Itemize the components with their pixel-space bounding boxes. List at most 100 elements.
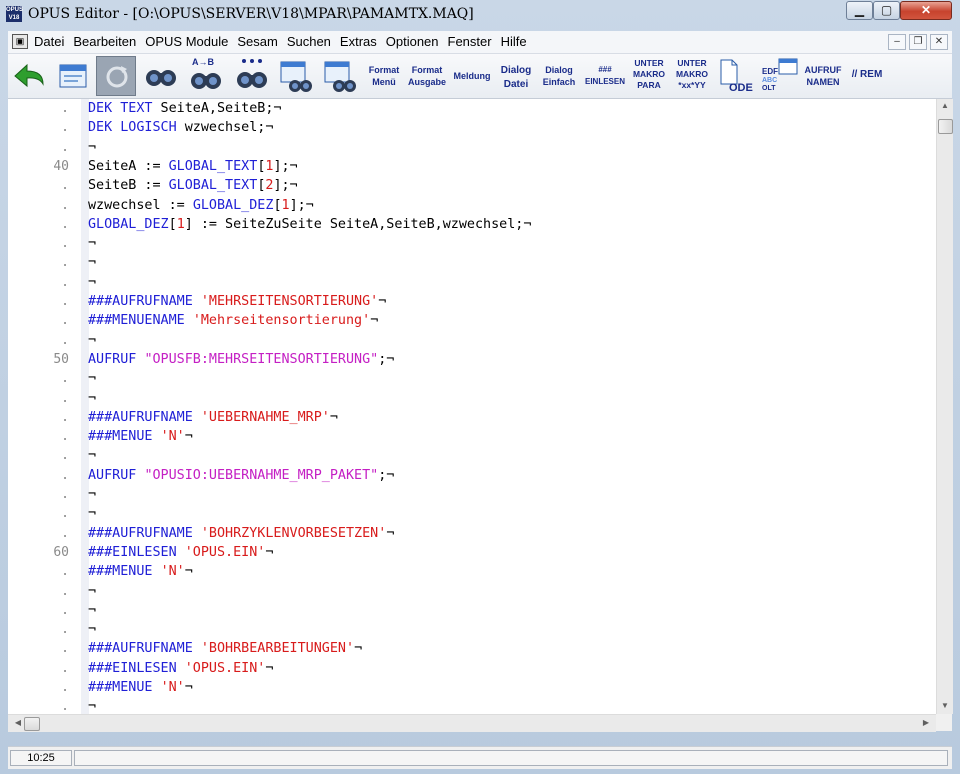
child-minimize-button[interactable]: – [888, 34, 906, 50]
menu-opus-module[interactable]: OPUS Module [145, 34, 228, 49]
code-line[interactable]: ¬ [88, 138, 96, 157]
code-line[interactable]: ###MENUE 'N'¬ [88, 678, 193, 697]
code-line[interactable]: ¬ [88, 369, 96, 388]
code-line[interactable]: ###AUFRUFNAME 'BOHRBEARBEITUNGEN'¬ [88, 639, 362, 658]
window-binoculars-icon [324, 61, 356, 92]
format-ausgabe-button[interactable]: Format Ausgabe [406, 56, 448, 96]
code-line[interactable]: AUFRUF "OPUSFB:MEHRSEITENSORTIERUNG";¬ [88, 350, 394, 369]
menu-extras[interactable]: Extras [340, 34, 377, 49]
code-line[interactable]: ¬ [88, 253, 96, 272]
code-line[interactable]: ¬ [88, 504, 96, 523]
code-line[interactable]: ¬ [88, 620, 96, 639]
line-number: . [61, 641, 69, 657]
search-binoculars-button[interactable] [142, 56, 180, 96]
code-line[interactable]: ¬ [88, 582, 96, 601]
text-token: ¬ [88, 390, 97, 406]
title-bar[interactable]: OPUS V18 OPUS Editor - [O:\OPUS\SERVER\V… [0, 0, 960, 30]
code-line[interactable]: ¬ [88, 234, 96, 253]
menu-bearbeiten[interactable]: Bearbeiten [73, 34, 136, 49]
aufruf-namen-label-2: NAMEN [806, 77, 840, 87]
dialog-datei-button[interactable]: Dialog Datei [496, 56, 536, 96]
code-line[interactable]: DEK TEXT SeiteA,SeiteB;¬ [88, 99, 282, 118]
scroll-up-icon[interactable]: ▲ [937, 101, 953, 110]
line-number: 50 [53, 351, 69, 367]
unter-makro-para-button[interactable]: UNTER MAKRO PARA [630, 56, 668, 96]
menu-suchen[interactable]: Suchen [287, 34, 331, 49]
line-number: . [61, 120, 69, 136]
edf-button[interactable]: EDF ABC OLT [760, 56, 802, 96]
text-token: ¬ [184, 564, 193, 580]
code-line[interactable]: ¬ [88, 601, 96, 620]
minimize-button[interactable]: ▁ [846, 1, 873, 20]
code-line[interactable]: AUFRUF "OPUSIO:UEBERNAHME_MRP_PAKET";¬ [88, 466, 394, 485]
code-line[interactable]: ###AUFRUFNAME 'MEHRSEITENSORTIERUNG'¬ [88, 292, 386, 311]
code-line[interactable]: wzwechsel := GLOBAL_DEZ[1];¬ [88, 196, 314, 215]
menu-datei[interactable]: Datei [34, 34, 64, 49]
document-system-menu-icon[interactable]: ▣ [12, 34, 28, 49]
code-line[interactable]: SeiteA := GLOBAL_TEXT[1];¬ [88, 157, 298, 176]
code-editor[interactable]: ...40.........50.........60......... DEK… [8, 99, 953, 734]
horizontal-scroll-thumb[interactable] [24, 717, 40, 731]
window-search-next-button[interactable] [320, 56, 360, 96]
dialog-einfach-button[interactable]: Dialog Einfach [539, 56, 579, 96]
code-line[interactable]: ###AUFRUFNAME 'BOHRZYKLENVORBESETZEN'¬ [88, 524, 394, 543]
refresh-button[interactable] [96, 56, 136, 96]
menu-fenster[interactable]: Fenster [448, 34, 492, 49]
text-token: wzwechsel;¬ [176, 120, 274, 136]
menu-optionen[interactable]: Optionen [386, 34, 439, 49]
close-button[interactable]: ✕ [900, 1, 952, 20]
string-token: 'N' [160, 680, 185, 695]
code-text-area[interactable]: DEK TEXT SeiteA,SeiteB;¬ DEK LOGISCH wzwe… [88, 99, 936, 731]
window-button[interactable] [54, 56, 92, 96]
unter-makro-xx-button[interactable]: UNTER MAKRO *xx*YY [672, 56, 712, 96]
menu-hilfe[interactable]: Hilfe [501, 34, 527, 49]
text-token: ¬ [88, 274, 97, 290]
code-line[interactable]: ###EINLESEN 'OPUS.EIN'¬ [88, 543, 273, 562]
window-abc-icon [778, 58, 798, 75]
window-search-button[interactable] [276, 56, 316, 96]
rem-button[interactable]: // REM [846, 56, 888, 96]
vertical-scrollbar[interactable]: ▲ ▼ [936, 99, 953, 714]
meldung-button[interactable]: Meldung [451, 56, 493, 96]
code-line[interactable]: DEK LOGISCH wzwechsel;¬ [88, 118, 273, 137]
child-restore-button[interactable]: ❐ [909, 34, 927, 50]
search-next-button[interactable] [232, 56, 272, 96]
code-line[interactable]: ¬ [88, 273, 96, 292]
replace-ab-label: A→B [192, 57, 214, 67]
format-menu-button[interactable]: Format Menü [366, 56, 402, 96]
code-line[interactable]: ###MENUENAME 'Mehrseitensortierung'¬ [88, 311, 378, 330]
string-token: 'N' [160, 564, 185, 580]
einlesen-button[interactable]: ### EINLESEN [583, 56, 627, 96]
code-line[interactable]: ###AUFRUFNAME 'UEBERNAHME_MRP'¬ [88, 408, 338, 427]
code-line[interactable]: ¬ [88, 485, 96, 504]
code-line[interactable]: ###MENUE 'N'¬ [88, 427, 193, 446]
keyword-token: ###AUFRUFNAME [88, 294, 193, 309]
aufruf-namen-button[interactable]: AUFRUF NAMEN [804, 56, 842, 96]
menu-sesam[interactable]: Sesam [237, 34, 277, 49]
code-line[interactable]: ¬ [88, 446, 96, 465]
replace-button[interactable]: A→B [186, 56, 226, 96]
einlesen-label-1: ### [598, 65, 612, 74]
keyword-token: ###AUFRUFNAME [88, 409, 193, 425]
status-bar: 10:25 [8, 746, 952, 769]
horizontal-scrollbar[interactable]: ◀ ▶ [8, 714, 936, 732]
vertical-scroll-thumb[interactable] [938, 119, 953, 134]
code-line[interactable]: SeiteB := GLOBAL_TEXT[2];¬ [88, 176, 298, 195]
code-line[interactable]: ¬ [88, 331, 96, 350]
scroll-right-icon[interactable]: ▶ [918, 718, 934, 727]
child-close-button[interactable]: ✕ [930, 34, 948, 50]
code-line[interactable]: ###EINLESEN 'OPUS.EIN'¬ [88, 659, 273, 678]
maximize-button[interactable]: ▢ [873, 1, 900, 20]
code-line[interactable]: ###MENUE 'N'¬ [88, 562, 193, 581]
scroll-down-icon[interactable]: ▼ [937, 701, 953, 710]
opus-app-icon[interactable]: OPUS V18 [6, 6, 23, 22]
ode-button[interactable]: ODE [715, 56, 757, 96]
text-token: ];¬ [273, 158, 298, 174]
code-line[interactable]: ¬ [88, 389, 96, 408]
code-line[interactable]: GLOBAL_DEZ[1] := SeiteZuSeite SeiteA,Sei… [88, 215, 531, 234]
back-button[interactable] [10, 56, 50, 96]
dialog-datei-label-2: Datei [503, 79, 529, 90]
